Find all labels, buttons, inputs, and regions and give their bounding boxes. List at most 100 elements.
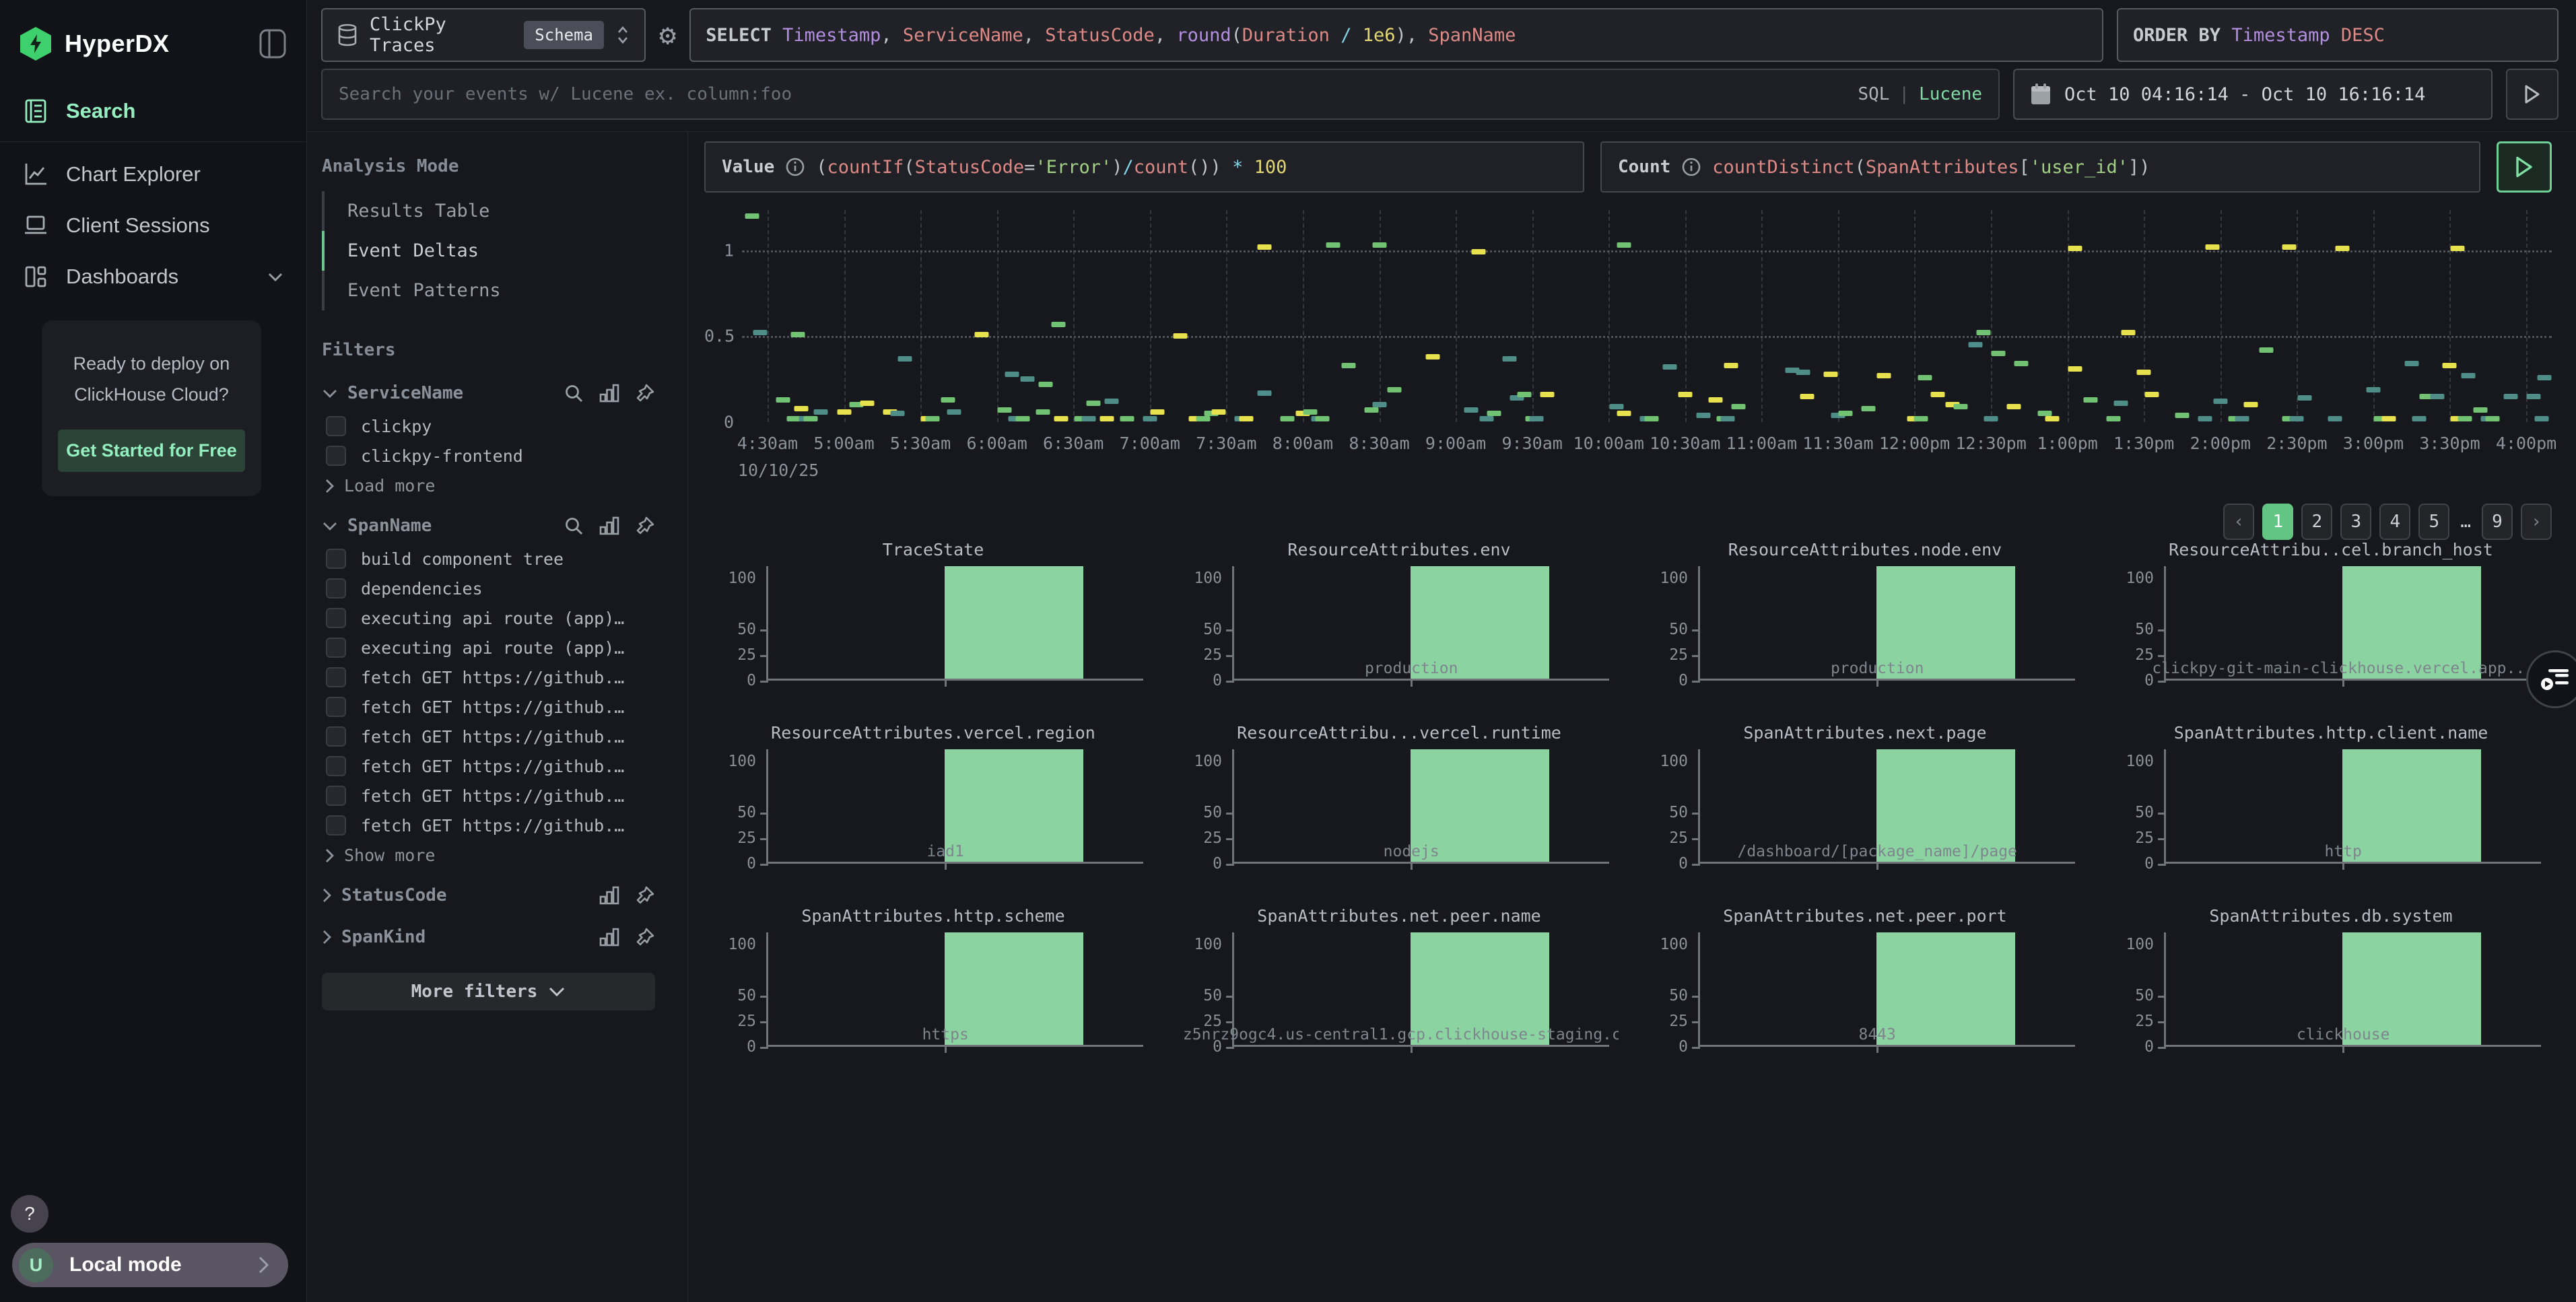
event-delta-mark[interactable]	[898, 356, 912, 362]
event-delta-mark[interactable]	[891, 411, 905, 416]
event-delta-mark[interactable]	[2366, 387, 2380, 392]
event-delta-mark[interactable]	[1472, 249, 1486, 254]
filter-show-more[interactable]: Show more	[322, 840, 655, 872]
event-delta-mark[interactable]	[1976, 330, 1990, 335]
attribute-chart[interactable]: ResourceAttributes.env10050250production	[1180, 536, 1619, 719]
analysis-mode-event-deltas[interactable]: Event Deltas	[322, 231, 655, 271]
event-delta-mark[interactable]	[2206, 244, 2220, 250]
event-delta-mark[interactable]	[1196, 416, 1211, 421]
event-delta-mark[interactable]	[803, 416, 817, 421]
checkbox[interactable]	[326, 608, 346, 628]
event-delta-mark[interactable]	[1862, 406, 1876, 411]
bar-chart-icon[interactable]	[599, 927, 620, 947]
pin-icon[interactable]	[635, 927, 655, 947]
event-delta-mark[interactable]	[2443, 363, 2457, 368]
attribute-chart[interactable]: ResourceAttribu...vercel.runtime10050250…	[1180, 719, 1619, 902]
search-icon[interactable]	[564, 516, 584, 536]
filter-option[interactable]: fetch GET https://github.…	[322, 722, 655, 751]
filter-option[interactable]: build component tree	[322, 544, 655, 574]
checkbox[interactable]	[326, 726, 346, 747]
filter-option[interactable]: fetch GET https://github.…	[322, 811, 655, 840]
event-delta-mark[interactable]	[2538, 375, 2552, 380]
attribute-chart[interactable]: SpanAttributes.http.scheme10050250https	[714, 902, 1153, 1085]
sidebar-item-client-sessions[interactable]: Client Sessions	[0, 200, 306, 251]
event-delta-mark[interactable]	[998, 407, 1012, 413]
local-mode-button[interactable]: U Local mode	[12, 1243, 288, 1287]
event-delta-mark[interactable]	[2014, 361, 2029, 366]
pin-icon[interactable]	[635, 516, 655, 536]
event-delta-mark[interactable]	[1930, 392, 1944, 397]
event-delta-mark[interactable]	[1953, 404, 1967, 409]
attribute-chart[interactable]: SpanAttributes.db.system10050250clickhou…	[2111, 902, 2550, 1085]
event-delta-mark[interactable]	[1969, 342, 1983, 347]
event-delta-mark[interactable]	[1100, 416, 1114, 421]
event-delta-mark[interactable]	[974, 332, 988, 337]
filter-group-name[interactable]: SpanKind	[341, 927, 589, 947]
filter-option[interactable]: clickpy-frontend	[322, 441, 655, 471]
more-filters-button[interactable]: More filters	[322, 973, 655, 1010]
checkbox[interactable]	[326, 578, 346, 598]
filter-group-name[interactable]: SpanName	[347, 516, 554, 536]
attribute-chart[interactable]: ResourceAttribu..cel.branch_host10050250…	[2111, 536, 2550, 719]
event-delta-mark[interactable]	[745, 213, 759, 219]
event-delta-mark[interactable]	[2381, 416, 2396, 421]
event-delta-mark[interactable]	[2068, 246, 2082, 251]
event-delta-mark[interactable]	[2336, 246, 2350, 251]
event-delta-mark[interactable]	[926, 416, 940, 421]
event-delta-mark[interactable]	[1992, 351, 2006, 356]
run-query-button[interactable]	[2497, 141, 2552, 193]
checkbox[interactable]	[326, 446, 346, 466]
event-delta-mark[interactable]	[1105, 399, 1119, 404]
event-delta-mark[interactable]	[2106, 416, 2120, 421]
event-delta-mark[interactable]	[2083, 397, 2097, 403]
help-button[interactable]: ?	[11, 1195, 48, 1233]
event-delta-mark[interactable]	[1258, 244, 1272, 250]
event-delta-mark[interactable]	[1143, 416, 1157, 421]
event-delta-mark[interactable]	[1039, 382, 1053, 387]
event-delta-mark[interactable]	[2458, 416, 2472, 421]
event-delta-mark[interactable]	[1479, 416, 1493, 421]
sidebar-item-chart-explorer[interactable]: Chart Explorer	[0, 149, 306, 200]
event-delta-mark[interactable]	[1365, 407, 1379, 413]
event-delta-mark[interactable]	[1388, 387, 1402, 392]
checkbox[interactable]	[326, 549, 346, 569]
event-delta-mark[interactable]	[1721, 416, 1735, 421]
event-delta-mark[interactable]	[2007, 404, 2021, 409]
event-delta-mark[interactable]	[794, 406, 808, 411]
event-delta-mark[interactable]	[2037, 411, 2052, 416]
event-delta-mark[interactable]	[2144, 392, 2159, 397]
event-delta-mark[interactable]	[2137, 370, 2151, 375]
event-delta-mark[interactable]	[1617, 411, 1631, 416]
filter-option[interactable]: clickpy	[322, 411, 655, 441]
source-select[interactable]: ClickPy Traces Schema	[321, 8, 646, 62]
event-delta-mark[interactable]	[1372, 242, 1386, 248]
checkbox[interactable]	[326, 638, 346, 658]
event-delta-mark[interactable]	[1800, 394, 1815, 399]
filter-option[interactable]: dependencies	[322, 574, 655, 603]
pagination-page-2[interactable]: 2	[2301, 504, 2332, 540]
checkbox[interactable]	[326, 697, 346, 717]
search-input[interactable]: Search your events w/ Lucene ex. column:…	[321, 69, 2000, 120]
search-run-button[interactable]	[2506, 69, 2558, 120]
pin-icon[interactable]	[635, 383, 655, 403]
sidebar-item-search[interactable]: Search	[0, 85, 306, 137]
event-delta-mark[interactable]	[2504, 394, 2518, 399]
event-delta-mark[interactable]	[1617, 242, 1631, 248]
event-delta-mark[interactable]	[2175, 413, 2189, 418]
event-delta-mark[interactable]	[1918, 375, 1932, 380]
event-delta-mark[interactable]	[1732, 404, 1746, 409]
filter-option[interactable]: fetch GET https://github.…	[322, 662, 655, 692]
event-delta-mark[interactable]	[1540, 392, 1555, 397]
lang-toggle-sql[interactable]: SQL	[1858, 84, 1889, 104]
event-delta-mark[interactable]	[1081, 416, 1095, 421]
pagination-prev[interactable]: ‹	[2223, 504, 2254, 540]
event-delta-mark[interactable]	[2045, 416, 2059, 421]
event-delta-mark[interactable]	[1372, 402, 1386, 407]
sidebar-item-dashboards[interactable]: Dashboards	[0, 251, 306, 302]
event-delta-mark[interactable]	[1174, 333, 1188, 339]
event-delta-mark[interactable]	[2534, 416, 2548, 421]
event-delta-mark[interactable]	[1644, 416, 1658, 421]
collapse-sidebar-icon[interactable]	[259, 29, 286, 59]
filter-group-name[interactable]: ServiceName	[347, 383, 554, 403]
event-delta-mark[interactable]	[2259, 347, 2273, 353]
